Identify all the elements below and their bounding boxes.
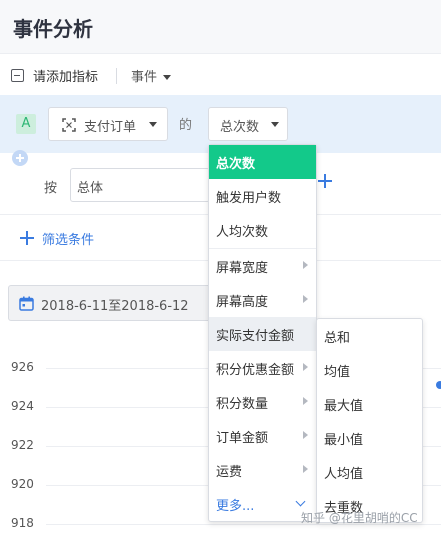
plus-icon	[20, 231, 34, 245]
chevron-right-icon	[303, 261, 308, 269]
caret-down-icon	[271, 122, 279, 127]
menu-item-label: 人均次数	[216, 225, 269, 240]
y-axis-tick: 922	[11, 438, 34, 452]
menu-item[interactable]: 总次数	[209, 145, 316, 179]
watermark: 知乎 @花里胡哨的CC	[301, 511, 418, 525]
chevron-right-icon	[303, 363, 308, 371]
menu-item-label: 订单金额	[216, 431, 269, 446]
y-axis-tick: 918	[11, 516, 34, 530]
chevron-right-icon	[303, 295, 308, 303]
group-by-label: 按	[44, 181, 58, 196]
more-label: 更多...	[216, 499, 255, 514]
chevron-right-icon	[303, 465, 308, 473]
submenu-item-label: 均值	[324, 365, 351, 380]
menu-item[interactable]: 屏幕宽度	[209, 249, 316, 283]
y-axis-tick: 926	[11, 360, 34, 374]
group-by-value: 总体	[77, 181, 104, 196]
add-metric-circle-button[interactable]	[12, 150, 28, 166]
chevron-right-icon	[303, 431, 308, 439]
submenu-item-label: 总和	[324, 331, 351, 346]
menu-item-label: 屏幕高度	[216, 295, 269, 310]
submenu-item-label: 最小值	[324, 433, 364, 448]
menu-item[interactable]: 屏幕高度	[209, 283, 316, 317]
chart-point	[436, 381, 441, 389]
menu-item-label: 总次数	[216, 157, 256, 172]
menu-item[interactable]: 运费	[209, 453, 316, 487]
menu-item[interactable]: 积分数量	[209, 385, 316, 419]
caret-down-icon	[163, 75, 172, 80]
chevron-down-icon	[295, 496, 306, 507]
submenu-item[interactable]: 均值	[317, 353, 422, 387]
submenu-item-label: 人均值	[324, 467, 364, 482]
metric-badge: A	[16, 114, 36, 134]
event-select[interactable]: 支付订单	[48, 107, 168, 141]
add-group-icon[interactable]	[318, 174, 332, 188]
event-type-dropdown[interactable]: 事件	[131, 66, 172, 85]
aggregation-dropdown-menu: 总次数 触发用户数 人均次数 屏幕宽度 屏幕高度 实际支付金额 积分优惠金额 积…	[208, 144, 317, 522]
header-divider	[116, 68, 117, 84]
menu-item-label: 运费	[216, 465, 243, 480]
event-type-label: 事件	[131, 70, 158, 85]
menu-item-label: 实际支付金额	[216, 329, 295, 344]
metric-header-row: 请添加指标 事件	[0, 55, 441, 95]
add-filter-button[interactable]: 筛选条件	[42, 229, 94, 248]
menu-item-label: 积分数量	[216, 397, 269, 412]
menu-item[interactable]: 实际支付金额	[209, 317, 316, 351]
submenu-item-label: 最大值	[324, 399, 364, 414]
title-bar: 事件分析	[0, 0, 441, 54]
event-icon	[62, 118, 76, 132]
calendar-icon	[19, 296, 34, 311]
aggregation-submenu: 总和 均值 最大值 最小值 人均值 去重数	[316, 318, 423, 523]
submenu-item[interactable]: 人均值	[317, 455, 422, 489]
date-range-label: 2018-6-11至2018-6-12	[41, 299, 189, 314]
submenu-item[interactable]: 总和	[317, 319, 422, 353]
menu-item-label: 触发用户数	[216, 191, 282, 206]
chevron-right-icon	[303, 397, 308, 405]
menu-item[interactable]: 积分优惠金额	[209, 351, 316, 385]
group-by-select[interactable]: 总体	[70, 168, 210, 202]
event-select-label: 支付订单	[84, 120, 137, 135]
y-axis-tick: 924	[11, 399, 34, 413]
collapse-metric-checkbox[interactable]	[11, 69, 24, 82]
caret-down-icon	[149, 122, 157, 127]
submenu-item[interactable]: 最大值	[317, 387, 422, 421]
connector-label: 的	[179, 118, 193, 133]
more-button[interactable]: 更多...	[209, 487, 316, 521]
date-range-picker[interactable]: 2018-6-11至2018-6-12	[8, 285, 213, 321]
aggregation-select[interactable]: 总次数	[208, 107, 288, 141]
add-metric-label: 请添加指标	[33, 70, 99, 85]
menu-item[interactable]: 触发用户数	[209, 179, 316, 213]
menu-item[interactable]: 订单金额	[209, 419, 316, 453]
page-title: 事件分析	[13, 17, 93, 41]
menu-item-label: 屏幕宽度	[216, 261, 269, 276]
submenu-item[interactable]: 最小值	[317, 421, 422, 455]
y-axis-tick: 920	[11, 477, 34, 491]
aggregation-select-label: 总次数	[220, 120, 260, 135]
menu-item-label: 积分优惠金额	[216, 363, 295, 378]
menu-item[interactable]: 人均次数	[209, 213, 316, 247]
